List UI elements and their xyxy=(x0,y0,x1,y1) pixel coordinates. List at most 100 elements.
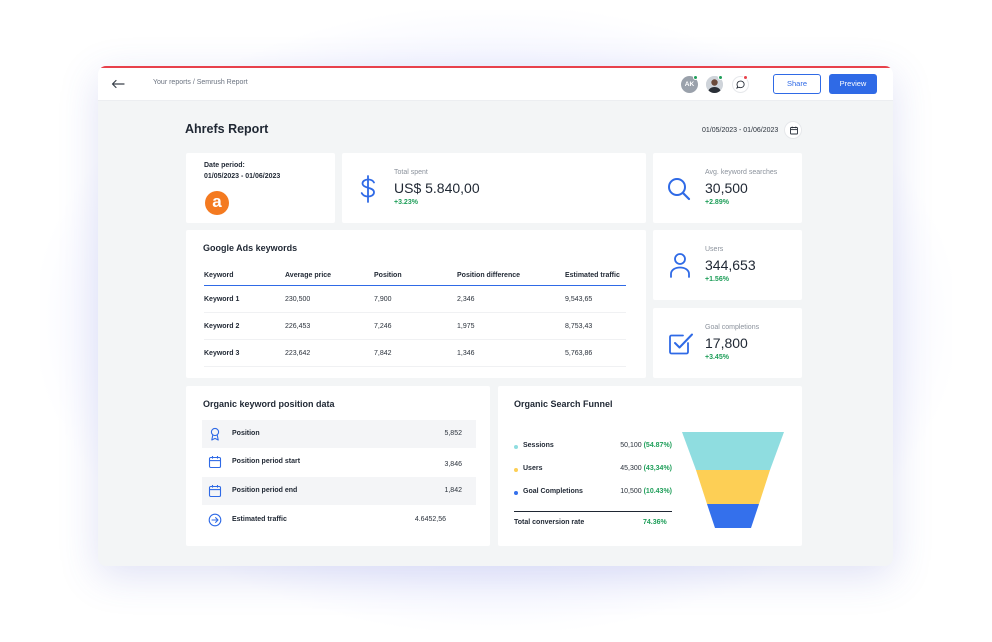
checkbox-icon xyxy=(669,333,693,355)
total-spent-label: Total spent xyxy=(394,169,428,176)
table-header-row: Keyword Average price Position Position … xyxy=(204,268,626,286)
share-button[interactable]: Share xyxy=(773,74,821,94)
users-card: Users 344,653 +1.56% xyxy=(653,230,802,300)
google-ads-keywords-card: Google Ads keywords Keyword Average pric… xyxy=(186,230,646,378)
estimated-traffic-cell: 9,543,65 xyxy=(565,285,626,313)
goal-completions-delta: +3.45% xyxy=(705,354,729,361)
arrow-circle-icon xyxy=(208,513,222,527)
preview-button[interactable]: Preview xyxy=(829,74,877,94)
users-value: 344,653 xyxy=(705,257,756,273)
calendar-button[interactable] xyxy=(784,121,802,139)
list-item-value: 1,842 xyxy=(444,487,462,494)
funnel-label: Goal Completions xyxy=(523,488,583,495)
keyword-cell: Keyword 2 xyxy=(204,312,285,340)
avg-keyword-delta: +2.89% xyxy=(705,199,729,206)
list-item-label: Position xyxy=(232,430,260,437)
user-icon xyxy=(670,253,690,278)
estimated-traffic-cell: 5,763,86 xyxy=(565,339,626,367)
col-estimated-traffic: Estimated traffic xyxy=(565,268,626,286)
funnel-percent: (43,34%) xyxy=(643,465,672,472)
col-position: Position xyxy=(374,268,457,286)
organic-position-card: Organic keyword position data Position 5… xyxy=(186,386,490,546)
funnel-segment-sessions xyxy=(682,432,784,470)
total-spent-card: Total spent US$ 5.840,00 +3.23% xyxy=(342,153,646,223)
funnel-count: 45,300 xyxy=(620,465,642,472)
list-item: Estimated traffic 4.6452,56 xyxy=(202,506,476,534)
date-period-label: Date period: xyxy=(204,162,245,169)
position-cell: 7,900 xyxy=(374,285,457,313)
organic-position-title: Organic keyword position data xyxy=(203,399,335,409)
list-item-label: Estimated traffic xyxy=(232,516,287,523)
funnel-count: 50,100 xyxy=(620,442,642,449)
goal-completions-card: Goal completions 17,800 +3.45% xyxy=(653,308,802,378)
funnel-percent: (54.87%) xyxy=(643,442,672,449)
list-item: Position period end 1,842 xyxy=(202,477,476,505)
funnel-value: 10,500 (10.43%) xyxy=(620,488,672,495)
avg-keyword-card: Avg. keyword searches 30,500 +2.89% xyxy=(653,153,802,223)
total-conversion-value: 74.36% xyxy=(643,519,667,526)
calendar-icon xyxy=(208,485,222,498)
back-arrow-icon[interactable] xyxy=(110,77,126,91)
funnel-title: Organic Search Funnel xyxy=(514,399,613,409)
users-label: Users xyxy=(705,246,724,253)
list-item-label: Position period end xyxy=(232,487,298,494)
table-row: Keyword 2 226,453 7,246 1,975 8,753,43 xyxy=(204,312,626,340)
breadcrumb[interactable]: Your reports / Semrush Report xyxy=(153,79,248,86)
average-price-cell: 226,453 xyxy=(285,312,374,340)
funnel-label: Sessions xyxy=(523,442,554,449)
table-row: Keyword 3 223,642 7,842 1,346 5,763,86 xyxy=(204,339,626,367)
goal-completions-value: 17,800 xyxy=(705,335,748,351)
funnel-value: 45,300 (43,34%) xyxy=(620,465,672,472)
ahrefs-logo: a xyxy=(205,191,229,215)
avg-keyword-label: Avg. keyword searches xyxy=(705,169,778,176)
funnel-legend-item: Sessions 50,100 (54.87%) xyxy=(514,442,672,454)
funnel-label: Users xyxy=(523,465,543,472)
notification-dot xyxy=(743,75,748,80)
online-status-dot xyxy=(693,75,698,80)
users-delta: +1.56% xyxy=(705,276,729,283)
position-cell: 7,842 xyxy=(374,339,457,367)
funnel-percent: (10.43%) xyxy=(643,488,672,495)
col-keyword: Keyword xyxy=(204,268,285,286)
users-bullet xyxy=(514,468,518,472)
funnel-segment-users xyxy=(696,470,770,504)
col-average-price: Average price xyxy=(285,268,374,286)
funnel-legend-item: Users 45,300 (43,34%) xyxy=(514,465,672,477)
position-difference-cell: 2,346 xyxy=(457,285,565,313)
date-period-card: Date period: 01/05/2023 - 01/06/2023 a xyxy=(186,153,335,223)
avg-keyword-value: 30,500 xyxy=(705,180,748,196)
search-icon xyxy=(668,178,691,201)
list-item: Position 5,852 xyxy=(202,420,476,448)
keywords-table: Keyword Average price Position Position … xyxy=(204,268,626,367)
funnel-count: 10,500 xyxy=(620,488,642,495)
date-period-value: 01/05/2023 - 01/06/2023 xyxy=(204,173,281,180)
total-spent-delta: +3.23% xyxy=(394,199,418,206)
top-bar: Your reports / Semrush Report AK Share P… xyxy=(98,68,893,101)
keywords-title: Google Ads keywords xyxy=(203,243,298,253)
average-price-cell: 223,642 xyxy=(285,339,374,367)
table-row: Keyword 1 230,500 7,900 2,346 9,543,65 xyxy=(204,285,626,313)
dollar-icon xyxy=(360,175,375,203)
average-price-cell: 230,500 xyxy=(285,285,374,313)
organic-funnel-card: Organic Search Funnel Sessions 50,100 (5… xyxy=(498,386,802,546)
keyword-cell: Keyword 3 xyxy=(204,339,285,367)
goal-completions-label: Goal completions xyxy=(705,324,760,331)
date-range[interactable]: 01/05/2023 - 01/06/2023 xyxy=(702,127,778,134)
app-window: Your reports / Semrush Report AK Share P… xyxy=(98,66,893,566)
calendar-icon xyxy=(208,456,222,469)
funnel-segment-goal-completions xyxy=(707,504,759,528)
list-item-value: 4.6452,56 xyxy=(414,516,446,523)
position-difference-cell: 1,346 xyxy=(457,339,565,367)
award-icon xyxy=(210,427,220,441)
page-title: Ahrefs Report xyxy=(185,122,269,136)
list-item-label: Position period start xyxy=(232,458,301,465)
total-conversion-label: Total conversion rate xyxy=(514,519,585,526)
keyword-cell: Keyword 1 xyxy=(204,285,285,313)
goal-completions-bullet xyxy=(514,491,518,495)
estimated-traffic-cell: 8,753,43 xyxy=(565,312,626,340)
funnel-legend-item: Goal Completions 10,500 (10.43%) xyxy=(514,488,672,500)
funnel-value: 50,100 (54.87%) xyxy=(620,442,672,449)
position-cell: 7,246 xyxy=(374,312,457,340)
funnel-chart xyxy=(682,432,784,528)
ahrefs-logo-letter: a xyxy=(212,192,222,211)
